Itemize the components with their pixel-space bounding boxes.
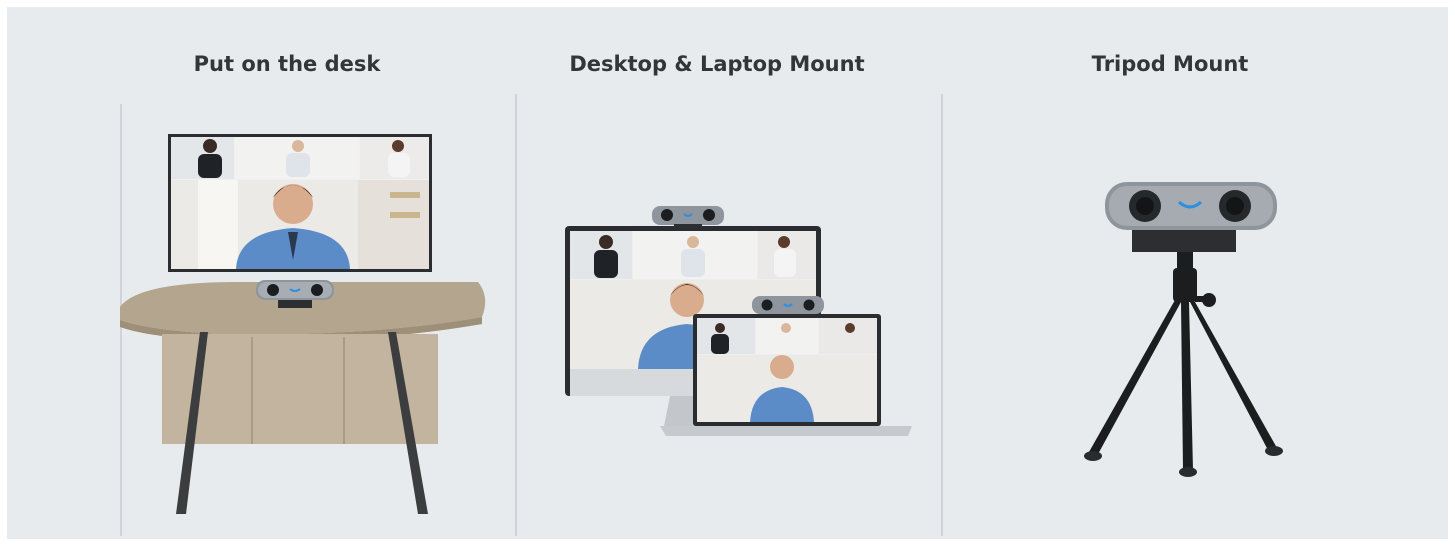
section-title-desktop-laptop: Desktop & Laptop Mount [569, 52, 865, 76]
section-title-tripod: Tripod Mount [1091, 52, 1249, 76]
desktop-laptop-illustration [565, 206, 912, 436]
desk-setup-illustration [120, 134, 486, 514]
webcam-icon [1105, 182, 1277, 252]
divider-right [941, 94, 943, 536]
laptop-icon [660, 314, 912, 436]
tv-screen [168, 134, 432, 272]
section-title-desk: Put on the desk [193, 52, 381, 76]
divider-middle [515, 94, 517, 536]
webcam-icon [752, 296, 824, 314]
table-icon [120, 282, 486, 514]
tripod-icon [1084, 252, 1283, 477]
tripod-illustration [1084, 182, 1283, 477]
